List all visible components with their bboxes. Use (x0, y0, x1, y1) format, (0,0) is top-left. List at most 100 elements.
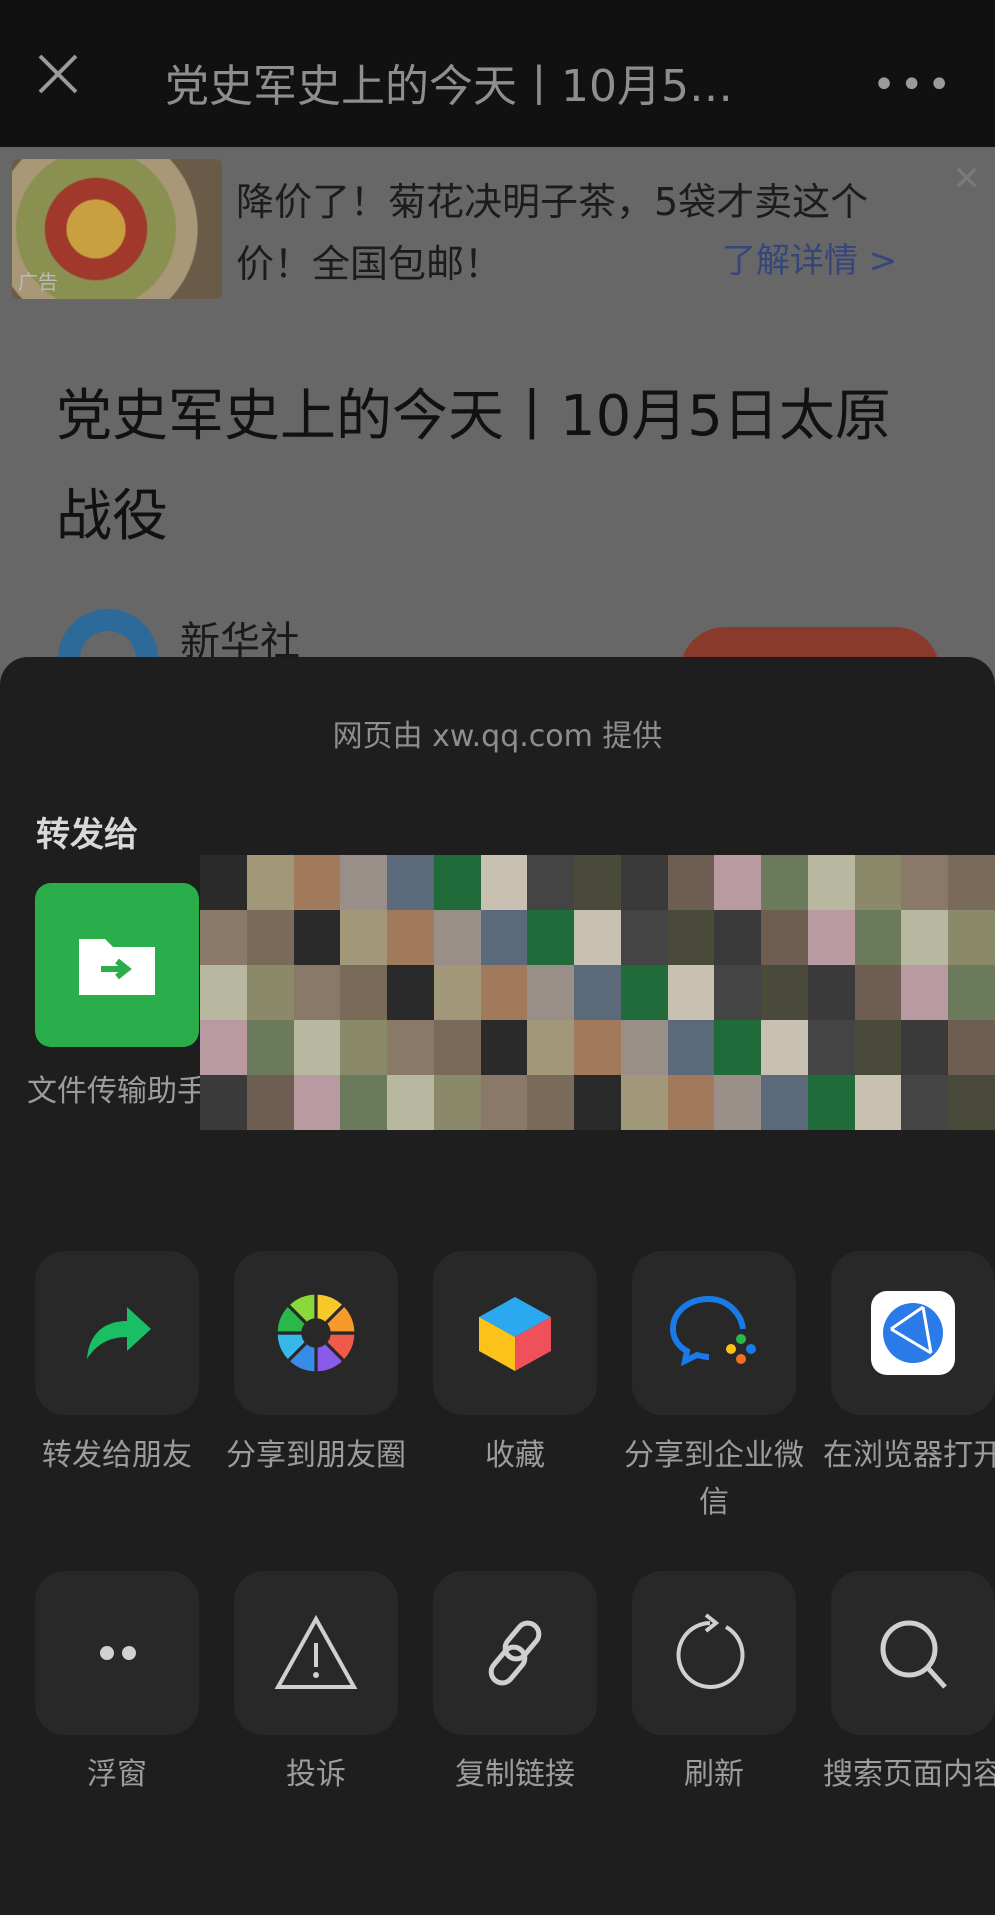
blurred-pixel (807, 910, 855, 965)
blurred-pixel (948, 855, 995, 910)
blurred-pixel (901, 1020, 949, 1075)
provider-text: 网页由 xw.qq.com 提供 (332, 719, 663, 754)
blurred-pixel (620, 965, 668, 1020)
blurred-pixel (246, 1075, 294, 1130)
blurred-pixel (480, 1020, 528, 1075)
blurred-pixel (293, 910, 341, 965)
blurred-pixel (761, 1075, 808, 1130)
action-label: 在浏览器打开 (823, 1438, 995, 1473)
blurred-pixel (807, 1075, 855, 1130)
share-sheet: 网页由 xw.qq.com 提供 转发给 文件传输助手 转发给朋友 分享到朋友圈 收… (0, 657, 995, 1915)
blurred-pixel (854, 1020, 902, 1075)
top-bar: 党史军史上的今天丨10月5… ••• (0, 0, 995, 147)
ad-tag: 广告 (18, 270, 58, 294)
moments-icon (274, 1291, 358, 1375)
blurred-pixel (807, 1020, 855, 1075)
blurred-pixel (200, 855, 247, 910)
blurred-pixel (480, 965, 528, 1020)
action-label: 刷新 (684, 1757, 744, 1792)
blurred-pixel (527, 1020, 575, 1075)
refresh-icon (674, 1613, 754, 1693)
blurred-pixel (433, 965, 481, 1020)
blurred-pixel (340, 910, 388, 965)
blurred-pixel (574, 1075, 621, 1130)
blurred-pixel (293, 1075, 341, 1130)
webpage-content: 广告 降价了！菊花决明子茶，5袋才卖这个价！全国包邮！ 了解详情 > ✕ 党史军… (0, 147, 995, 717)
blurred-pixel (854, 855, 902, 910)
action-search-button[interactable] (831, 1571, 995, 1735)
close-icon[interactable] (36, 52, 80, 96)
action-label: 分享到朋友圈 (226, 1438, 406, 1473)
blurred-pixel (714, 1075, 762, 1130)
wecom-icon (669, 1293, 759, 1373)
article-title: 党史军史上的今天丨10月5日太原战役 (56, 384, 891, 549)
ad-close-icon[interactable]: ✕ (953, 159, 982, 199)
blurred-pixel (246, 965, 294, 1020)
blurred-pixel (714, 855, 762, 910)
action-refresh-button[interactable] (632, 1571, 796, 1735)
blurred-pixel (246, 1020, 294, 1075)
blurred-pixel (387, 910, 434, 965)
warning-icon (274, 1611, 358, 1695)
blurred-pixel (293, 1020, 341, 1075)
blurred-pixel (340, 1075, 388, 1130)
forward-to-heading: 转发给 (36, 815, 138, 855)
blurred-pixel (200, 965, 247, 1020)
action-float-window-button[interactable] (35, 1571, 199, 1735)
favorite-cube-icon (475, 1293, 555, 1373)
blurred-pixel (433, 1075, 481, 1130)
contact-file-transfer[interactable] (35, 883, 199, 1047)
blurred-pixel (246, 855, 294, 910)
blurred-pixel (667, 910, 715, 965)
blurred-pixel (246, 910, 294, 965)
blurred-pixel (901, 855, 949, 910)
blurred-pixel (480, 1075, 528, 1130)
blurred-pixel (948, 965, 995, 1020)
action-label: 收藏 (485, 1438, 545, 1473)
blurred-pixel (387, 855, 434, 910)
blurred-pixel (433, 1020, 481, 1075)
action-favorite-cube-button[interactable] (433, 1251, 597, 1415)
blurred-pixel (667, 1075, 715, 1130)
link-icon (475, 1613, 555, 1693)
blurred-pixel (200, 910, 247, 965)
blurred-pixel (433, 855, 481, 910)
blurred-pixel (714, 965, 762, 1020)
blurred-pixel (200, 1075, 247, 1130)
blurred-pixel (620, 1075, 668, 1130)
ad-image[interactable]: 广告 (12, 159, 222, 299)
action-wecom-button[interactable] (632, 1251, 796, 1415)
action-browser-button[interactable] (831, 1251, 995, 1415)
action-label: 转发给朋友 (42, 1438, 192, 1473)
blurred-pixel (387, 1075, 434, 1130)
blurred-pixel (948, 910, 995, 965)
blurred-pixel (854, 965, 902, 1020)
blurred-pixel (340, 1020, 388, 1075)
browser-icon (871, 1291, 955, 1375)
blurred-pixel (293, 855, 341, 910)
blurred-pixel (948, 1075, 995, 1130)
blurred-pixel (200, 1020, 247, 1075)
blurred-pixel (807, 965, 855, 1020)
action-label: 分享到企业微信 (624, 1438, 804, 1520)
search-icon (873, 1613, 953, 1693)
blurred-pixel (527, 910, 575, 965)
blurred-pixel (574, 855, 621, 910)
action-link-button[interactable] (433, 1571, 597, 1735)
blurred-pixel (714, 1020, 762, 1075)
blurred-pixel (901, 1075, 949, 1130)
action-moments-button[interactable] (234, 1251, 398, 1415)
blurred-pixel (387, 965, 434, 1020)
blurred-pixel (480, 855, 528, 910)
ad-learn-more-link[interactable]: 了解详情 > (722, 233, 897, 282)
file-transfer-icon (79, 939, 155, 995)
blurred-pixel (761, 965, 808, 1020)
blurred-pixel (480, 910, 528, 965)
blurred-pixel (761, 855, 808, 910)
blurred-contacts[interactable] (200, 855, 995, 1130)
blurred-pixel (433, 910, 481, 965)
action-forward-button[interactable] (35, 1251, 199, 1415)
more-icon[interactable]: ••• (872, 62, 955, 108)
action-warning-button[interactable] (234, 1571, 398, 1735)
blurred-pixel (854, 1075, 902, 1130)
